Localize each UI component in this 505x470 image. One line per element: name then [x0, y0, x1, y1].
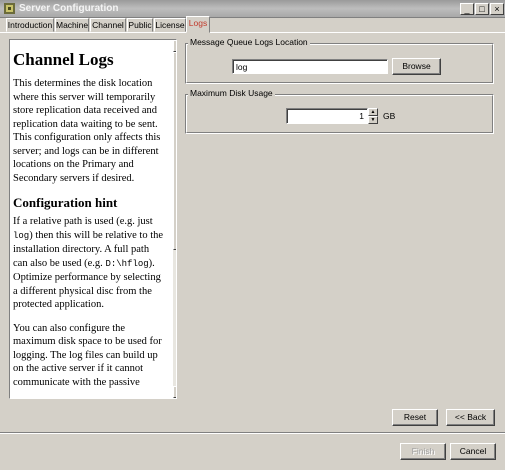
maximize-button[interactable]: □	[475, 3, 489, 15]
spinner-up-button[interactable]: ▲	[368, 108, 378, 116]
scroll-up-arrow[interactable]: ▲	[173, 40, 176, 52]
app-icon	[4, 3, 15, 14]
tab-introduction[interactable]: Introduction	[6, 18, 54, 32]
spinner-down-button[interactable]: ▼	[368, 116, 378, 124]
finish-button[interactable]: Finish	[400, 443, 446, 460]
disk-usage-unit: GB	[383, 111, 396, 121]
help-panel: Channel Logs This determines the disk lo…	[9, 39, 177, 399]
browse-button[interactable]: Browse	[392, 58, 441, 75]
tab-public[interactable]: Public	[127, 18, 153, 32]
tab-logs[interactable]: Logs	[186, 16, 210, 33]
logs-location-input[interactable]	[232, 59, 388, 74]
hint-text-1: If a relative path is used (e.g. just	[13, 216, 153, 227]
hint-code-1: log	[13, 230, 30, 241]
tab-channel[interactable]: Channel	[90, 18, 126, 32]
disk-usage-legend: Maximum Disk Usage	[188, 88, 275, 98]
help-title: Channel Logs	[13, 50, 114, 69]
cancel-button[interactable]: Cancel	[450, 443, 496, 460]
reset-button[interactable]: Reset	[392, 409, 438, 426]
tab-machine[interactable]: Machine	[55, 18, 89, 32]
logs-location-legend: Message Queue Logs Location	[188, 37, 310, 47]
disk-usage-input[interactable]	[286, 108, 368, 124]
tab-license[interactable]: License	[154, 18, 186, 32]
footer-separator	[0, 432, 505, 434]
help-intro: This determines the disk location where …	[13, 78, 161, 184]
back-button[interactable]: << Back	[446, 409, 495, 426]
close-button[interactable]: ×	[490, 3, 504, 15]
tab-panel-border	[0, 32, 505, 33]
scroll-thumb[interactable]	[173, 52, 176, 250]
help-disk-paragraph: You can also configure the maximum disk …	[13, 322, 162, 388]
minimize-button[interactable]: _	[460, 3, 474, 15]
window-title: Server Configuration	[19, 3, 119, 14]
help-content: Channel Logs This determines the disk lo…	[13, 50, 164, 398]
scroll-down-arrow[interactable]: ▼	[173, 386, 176, 398]
help-scrollbar[interactable]: ▲ ▼	[173, 40, 176, 398]
hint-code-2: D:\hflog	[105, 258, 149, 269]
help-hint-heading: Configuration hint	[13, 195, 118, 210]
help-hint-paragraph: If a relative path is used (e.g. just lo…	[13, 215, 164, 312]
